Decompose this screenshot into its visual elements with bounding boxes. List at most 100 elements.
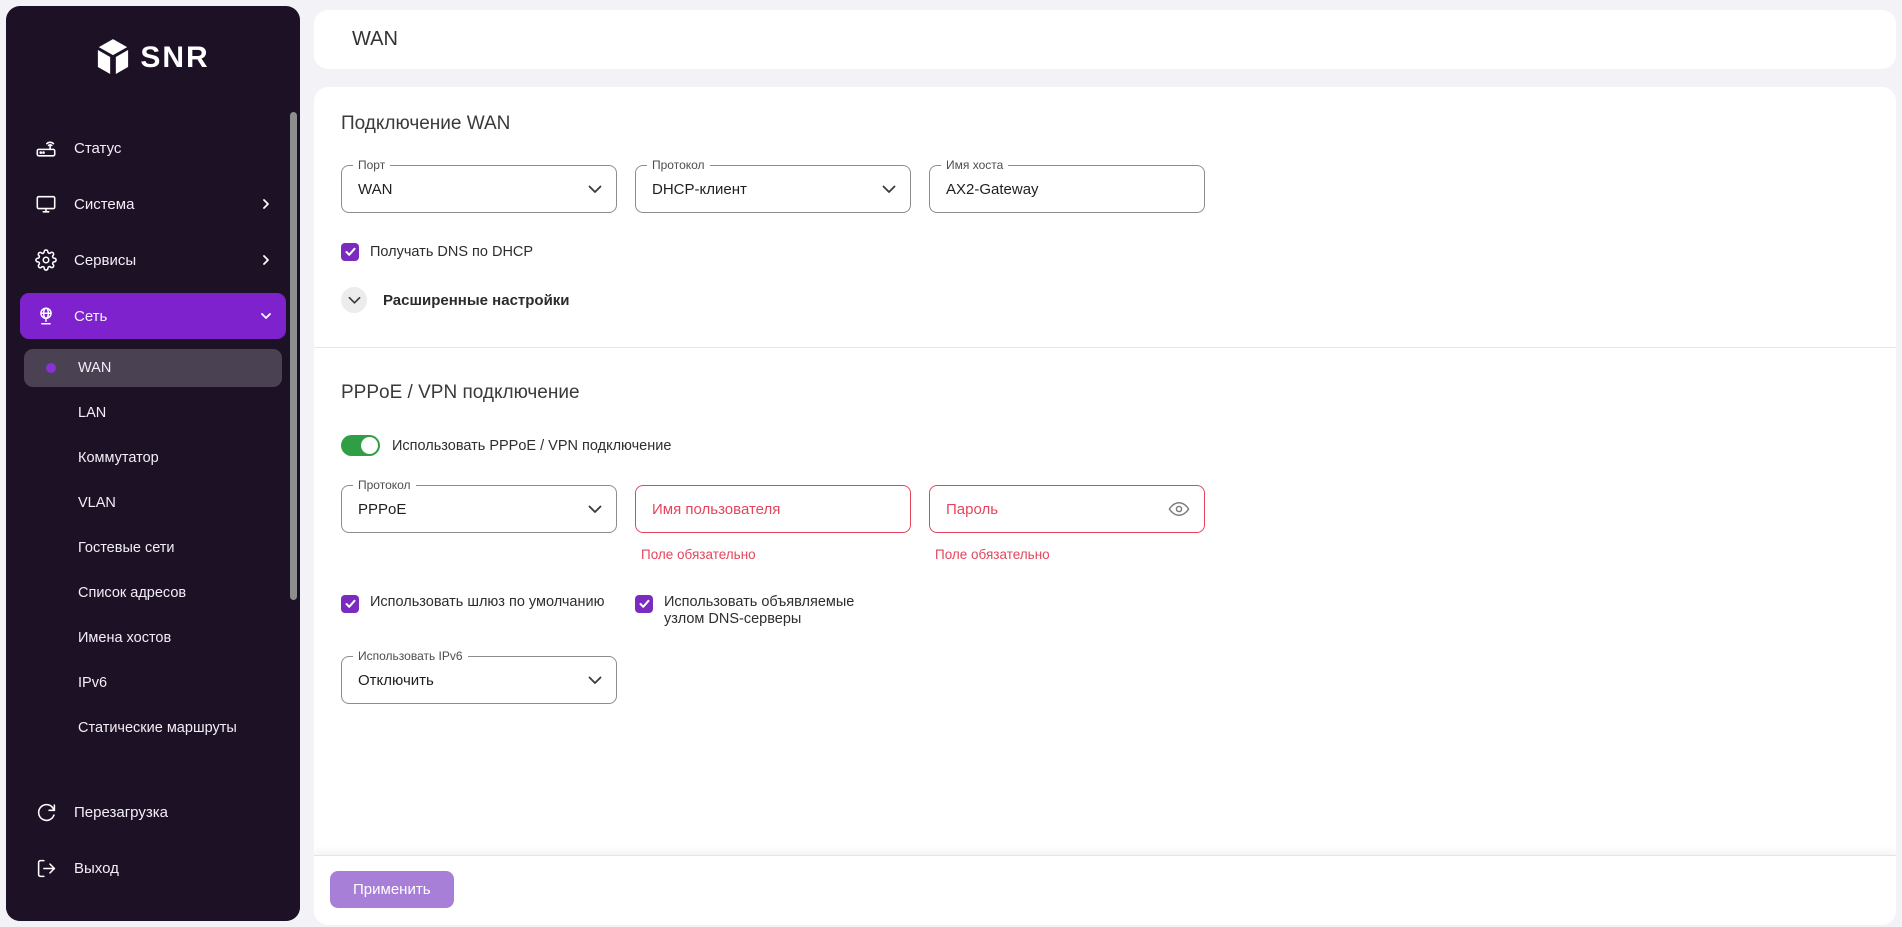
- password-error-text: Поле обязательно: [929, 547, 1050, 562]
- peer-dns-checkbox[interactable]: [635, 595, 653, 613]
- apply-button[interactable]: Применить: [330, 871, 454, 908]
- sidebar-subitem-label: Коммутатор: [78, 450, 159, 466]
- hostname-field[interactable]: Имя хоста: [929, 165, 1205, 213]
- card-content: Подключение WAN Порт WAN Протокол DHCP-к…: [314, 87, 1896, 704]
- sidebar-subitem-guest-networks[interactable]: Гостевые сети: [24, 529, 282, 567]
- sidebar: SNR Статус Си: [6, 6, 300, 921]
- expand-advanced-button[interactable]: [341, 287, 367, 313]
- sidebar-subitem-hostnames[interactable]: Имена хостов: [24, 619, 282, 657]
- wan-settings-card: Подключение WAN Порт WAN Протокол DHCP-к…: [314, 87, 1896, 925]
- hostname-field-label: Имя хоста: [941, 158, 1008, 173]
- sidebar-subitem-label: Статические маршруты: [78, 720, 237, 736]
- sidebar-subitem-wan[interactable]: WAN: [24, 349, 282, 387]
- error-slot-empty: [341, 546, 617, 564]
- field-errors-row: Поле обязательно Поле обязательно: [341, 546, 1869, 564]
- pppoe-toggle-label: Использовать PPPoE / VPN подключение: [392, 438, 671, 454]
- chevron-down-icon: [882, 185, 896, 194]
- ipv6-select-value: Отключить: [358, 672, 434, 689]
- pppoe-protocol-select-value: PPPoE: [358, 501, 406, 518]
- protocol-select-value: DHCP-клиент: [652, 181, 747, 198]
- username-input[interactable]: [652, 501, 896, 518]
- page-title: WAN: [352, 28, 398, 51]
- username-error-slot: Поле обязательно: [635, 546, 911, 564]
- sidebar-subitem-address-list[interactable]: Список адресов: [24, 574, 282, 612]
- gear-icon: [34, 248, 58, 272]
- sidebar-item-label: Перезагрузка: [74, 804, 168, 821]
- default-gateway-checkbox-label: Использовать шлюз по умолчанию: [370, 594, 604, 611]
- check-icon: [639, 599, 650, 609]
- chevron-right-icon: [260, 198, 272, 210]
- wan-connection-section-title: Подключение WAN: [341, 113, 1869, 135]
- sidebar-subitem-static-routes[interactable]: Статические маршруты: [24, 709, 282, 747]
- ipv6-select[interactable]: Использовать IPv6 Отключить: [341, 656, 617, 704]
- sidebar-item-status[interactable]: Статус: [20, 125, 286, 171]
- chevron-down-icon: [260, 310, 272, 322]
- logout-icon: [34, 856, 58, 880]
- hostname-input[interactable]: [946, 181, 1190, 198]
- snr-logo-icon: [96, 39, 130, 77]
- snr-logo: SNR: [6, 6, 300, 84]
- password-input[interactable]: [946, 501, 1168, 518]
- pppoe-toggle[interactable]: [341, 435, 380, 456]
- check-icon: [345, 247, 356, 257]
- peer-dns-checkbox-label: Использовать объявляемые узлом DNS-серве…: [664, 594, 879, 628]
- port-select[interactable]: Порт WAN: [341, 165, 617, 213]
- sidebar-subitem-label: Гостевые сети: [78, 540, 175, 556]
- sidebar-item-label: Система: [74, 196, 134, 213]
- dns-dhcp-checkbox-row[interactable]: Получать DNS по DHCP: [341, 243, 1869, 261]
- sidebar-subitem-label: LAN: [78, 405, 106, 421]
- sidebar-subitem-label: VLAN: [78, 495, 116, 511]
- chevron-down-icon: [588, 185, 602, 194]
- sidebar-item-label: Выход: [74, 860, 119, 877]
- default-gateway-checkbox-row[interactable]: Использовать шлюз по умолчанию: [341, 594, 617, 628]
- pppoe-section-title: PPPoE / VPN подключение: [341, 382, 1869, 404]
- advanced-settings-expander: Расширенные настройки: [341, 287, 1869, 313]
- chevron-down-icon: [348, 296, 361, 305]
- sidebar-nav: Статус Система Сервисы: [6, 102, 300, 800]
- sidebar-item-label: Сеть: [74, 308, 107, 325]
- username-field[interactable]: [635, 485, 911, 533]
- sidebar-subitem-switch[interactable]: Коммутатор: [24, 439, 282, 477]
- sidebar-bottom: Перезагрузка Выход: [6, 762, 300, 921]
- network-globe-icon: [34, 304, 58, 328]
- pppoe-fields-row: Протокол PPPoE: [341, 485, 1869, 533]
- chevron-down-icon: [588, 505, 602, 514]
- sidebar-item-system[interactable]: Система: [20, 181, 286, 227]
- protocol-select[interactable]: Протокол DHCP-клиент: [635, 165, 911, 213]
- sidebar-item-label: Статус: [74, 140, 121, 157]
- sidebar-item-logout[interactable]: Выход: [20, 845, 286, 891]
- password-error-slot: Поле обязательно: [929, 546, 1205, 564]
- port-select-value: WAN: [358, 181, 392, 198]
- pppoe-protocol-select[interactable]: Протокол PPPoE: [341, 485, 617, 533]
- pppoe-protocol-select-label: Протокол: [353, 478, 416, 493]
- sidebar-subitem-label: Имена хостов: [78, 630, 171, 646]
- chevron-down-icon: [588, 676, 602, 685]
- sidebar-scrollbar[interactable]: [290, 112, 297, 600]
- sidebar-item-network[interactable]: Сеть: [20, 293, 286, 339]
- dns-dhcp-checkbox-label: Получать DNS по DHCP: [370, 244, 533, 260]
- password-field[interactable]: [929, 485, 1205, 533]
- wan-fields-row: Порт WAN Протокол DHCP-клиент Имя хоста: [341, 165, 1869, 213]
- pppoe-checkboxes-row: Использовать шлюз по умолчанию Использов…: [341, 594, 1869, 628]
- sidebar-subitem-vlan[interactable]: VLAN: [24, 484, 282, 522]
- sidebar-item-label: Сервисы: [74, 252, 136, 269]
- ipv6-row: Использовать IPv6 Отключить: [341, 656, 1869, 704]
- eye-icon[interactable]: [1168, 498, 1190, 520]
- default-gateway-checkbox[interactable]: [341, 595, 359, 613]
- restart-icon: [34, 800, 58, 824]
- card-footer: Применить: [314, 855, 1896, 925]
- logo-text: SNR: [140, 41, 209, 75]
- router-icon: [34, 136, 58, 160]
- username-error-text: Поле обязательно: [635, 547, 756, 562]
- sidebar-subitem-lan[interactable]: LAN: [24, 394, 282, 432]
- active-dot-icon: [46, 363, 56, 373]
- sidebar-item-services[interactable]: Сервисы: [20, 237, 286, 283]
- sidebar-item-reboot[interactable]: Перезагрузка: [20, 789, 286, 835]
- sidebar-subitem-label: WAN: [78, 360, 111, 376]
- check-icon: [345, 599, 356, 609]
- peer-dns-checkbox-row[interactable]: Использовать объявляемые узлом DNS-серве…: [635, 594, 911, 628]
- sidebar-subitem-label: Список адресов: [78, 585, 186, 601]
- dns-dhcp-checkbox[interactable]: [341, 243, 359, 261]
- page-header: WAN: [314, 10, 1896, 69]
- sidebar-subitem-ipv6[interactable]: IPv6: [24, 664, 282, 702]
